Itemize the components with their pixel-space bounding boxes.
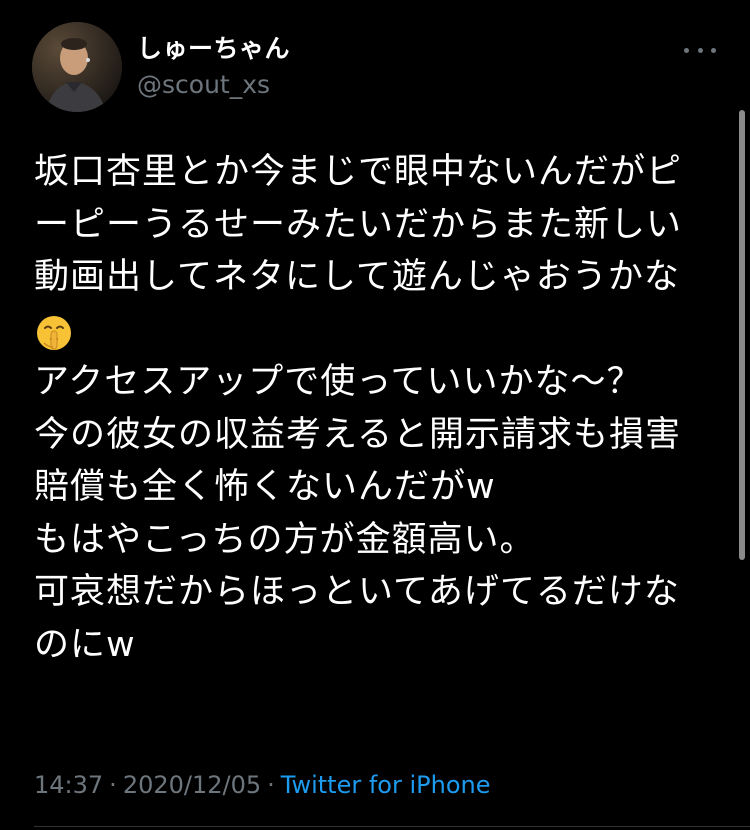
tweet-source-link[interactable]: Twitter for iPhone — [281, 771, 491, 799]
tweet-text-line: 坂口杏里とか今まじで眼中ないんだがピ — [34, 152, 683, 192]
more-horizontal-icon-dot — [697, 47, 703, 53]
tweet-meta: 14:37 · 2020/12/05 · Twitter for iPhone — [34, 768, 491, 802]
tweet-text-line: 動画出してネタにして遊んじゃおうかな — [34, 257, 680, 297]
tweet-text-line: 賠償も全く怖くないんだがw — [34, 467, 496, 507]
more-horizontal-icon — [684, 47, 689, 53]
tweet-text-line: のにw — [34, 624, 136, 665]
meta-separator: · — [267, 771, 275, 799]
display-name[interactable]: しゅーちゃん — [137, 32, 290, 66]
tweet-text-line: 可哀想だからほっといてあげてるだけな — [34, 572, 680, 612]
tweet-text-line: もはやこっちの方が金額高い。 — [34, 519, 536, 560]
tweet-text-line: 今の彼女の収益考えると開示請求も損害 — [34, 414, 681, 455]
scrollbar[interactable] — [739, 110, 745, 560]
tweet-text-line: アクセスアップで使っていいかな〜？ — [34, 362, 643, 402]
tweet-author[interactable]: しゅーちゃん @scout_xs — [137, 32, 290, 102]
tweet-date[interactable]: 2020/12/05 — [123, 771, 261, 799]
more-options-button[interactable] — [682, 38, 718, 62]
tweet-text-line: ーピーうるせーみたいだからまた新しい — [34, 204, 683, 245]
avatar[interactable] — [32, 22, 122, 112]
divider — [34, 826, 750, 827]
tweet-text: 坂口杏里とか今まじで眼中ないんだがピ ーピーうるせーみたいだからまた新しい 動画… — [34, 146, 724, 671]
meta-separator: · — [109, 771, 117, 799]
tweet-text-line-emoji — [34, 304, 724, 357]
username-handle[interactable]: @scout_xs — [137, 68, 290, 102]
tweet-time[interactable]: 14:37 — [34, 771, 103, 799]
shushing-face-emoji-icon — [37, 315, 71, 350]
more-horizontal-icon-dot — [711, 47, 716, 53]
tweet-detail: しゅーちゃん @scout_xs 坂口杏里とか今まじで眼中ないんだがピ ーピーう… — [0, 0, 750, 830]
user-avatar-photo-icon — [32, 22, 122, 112]
